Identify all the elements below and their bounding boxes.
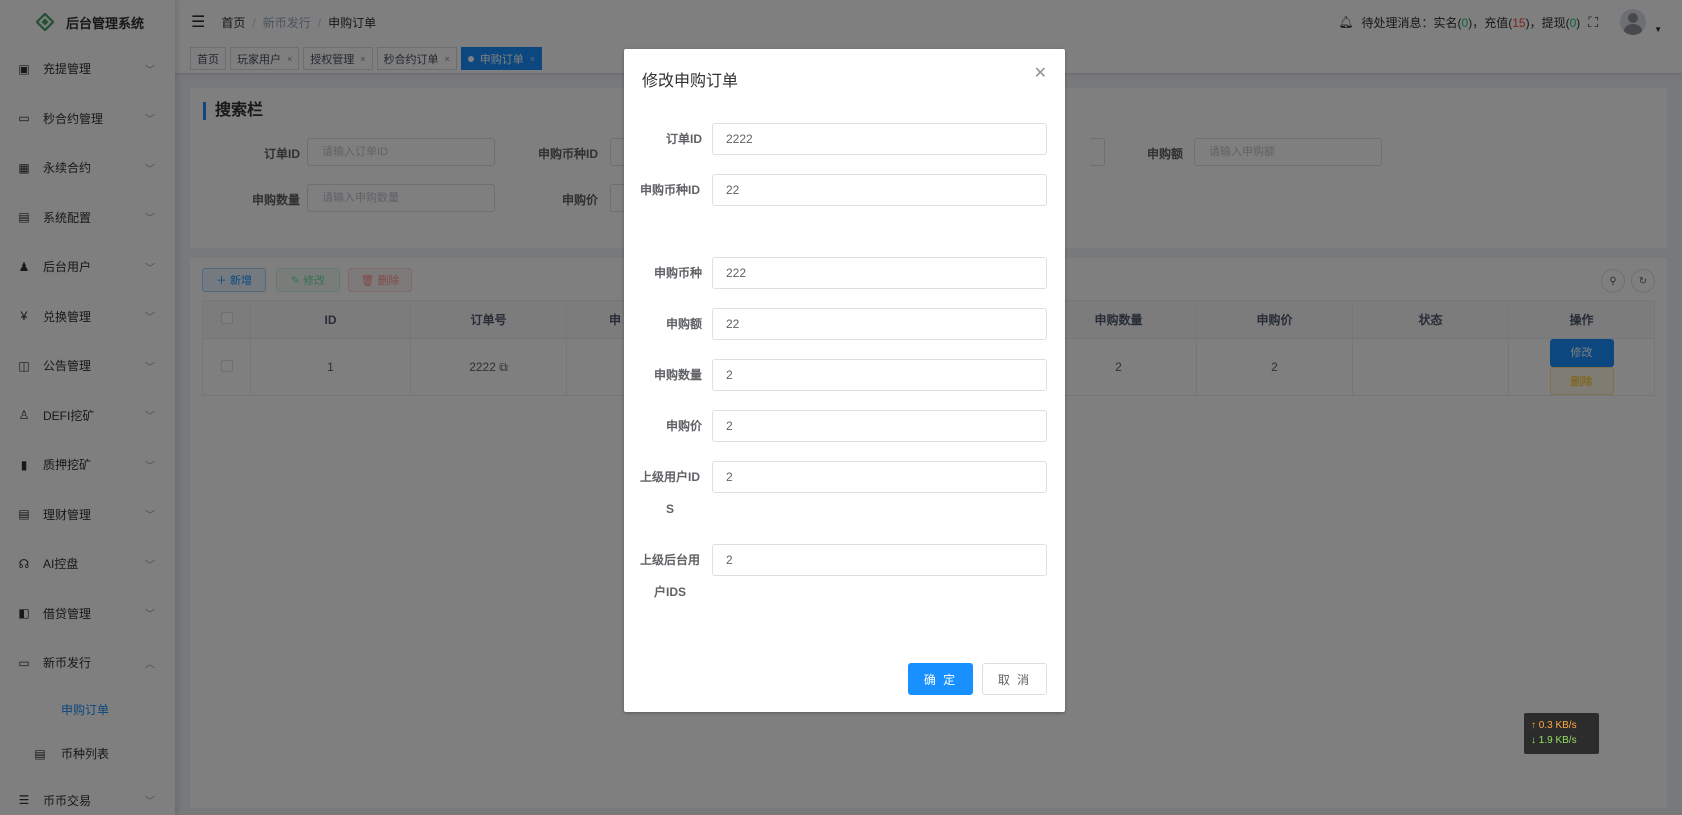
field-input-coin-id[interactable]: 22 bbox=[712, 174, 1047, 206]
download-speed: ↓ 1.9 KB/s bbox=[1531, 735, 1577, 746]
field-input-quantity[interactable]: 2 bbox=[712, 359, 1047, 391]
dialog-title: 修改申购订单 bbox=[642, 73, 739, 90]
field-label-price: 申购价 bbox=[665, 419, 702, 433]
field-label-quantity: 申购数量 bbox=[653, 368, 702, 382]
field-input-order-id[interactable]: 2222 bbox=[712, 123, 1047, 155]
field-input-parent-user-ids[interactable]: 2 bbox=[712, 461, 1047, 493]
arrow-down-icon: ↓ bbox=[1531, 735, 1536, 746]
arrow-up-icon: ↑ bbox=[1531, 720, 1536, 731]
field-label-parent-admin-ids: 上级后台用户IDS bbox=[640, 553, 701, 599]
field-label-amount: 申购额 bbox=[665, 317, 702, 331]
network-speed-widget: ↑ 0.3 KB/s ↓ 1.9 KB/s bbox=[1524, 713, 1599, 754]
edit-order-dialog: 修改申购订单 ✕ 订单ID 2222 申购币种ID 22 申购币种 222 申购… bbox=[624, 49, 1065, 712]
field-input-price[interactable]: 2 bbox=[712, 410, 1047, 442]
upload-speed: ↑ 0.3 KB/s bbox=[1531, 720, 1577, 731]
field-label-parent-user-ids: 上级用户IDS bbox=[640, 470, 701, 516]
confirm-button[interactable]: 确 定 bbox=[908, 663, 973, 695]
field-input-amount[interactable]: 22 bbox=[712, 308, 1047, 340]
cancel-button[interactable]: 取 消 bbox=[982, 663, 1047, 695]
field-input-coin[interactable]: 222 bbox=[712, 257, 1047, 289]
close-icon[interactable]: ✕ bbox=[1034, 63, 1047, 83]
field-label-coin-id: 申购币种ID bbox=[640, 183, 701, 197]
field-label-order-id: 订单ID bbox=[665, 132, 702, 146]
field-input-parent-admin-ids[interactable]: 2 bbox=[712, 544, 1047, 576]
field-label-coin: 申购币种 bbox=[653, 266, 702, 280]
